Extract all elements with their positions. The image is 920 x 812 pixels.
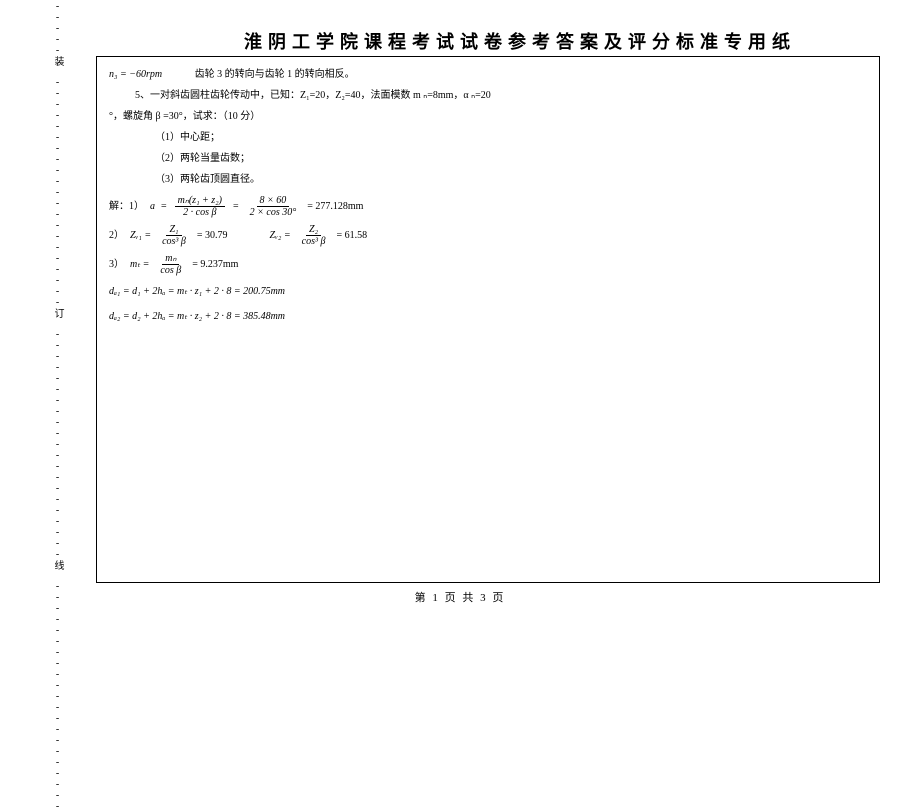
eq-a-lhs: a bbox=[150, 197, 155, 216]
solution-3-row: 3） mₜ = mₙ cos β = 9.237mm bbox=[109, 253, 867, 276]
eq-mt-lhs: mₜ = bbox=[130, 255, 149, 274]
q5-item-1: （1）中心距； bbox=[109, 128, 867, 147]
n3-line: n₃ = −60rpm 齿轮 3 的转向与齿轮 1 的转向相反。 bbox=[109, 65, 867, 84]
solution-2-row: 2） Zᵥ₁ = Z₁ cos³ β = 30.79 Zᵥ₂ = Z₂ cos³… bbox=[109, 224, 867, 247]
eq-a-frac2: 8 × 60 2 × cos 30° bbox=[247, 195, 300, 218]
eq-da2: dₐ₂ = d₂ + 2hₐ = mₜ · z₂ + 2 · 8 = 385.4… bbox=[109, 307, 285, 326]
n3-note: 齿轮 3 的转向与齿轮 1 的转向相反。 bbox=[195, 69, 355, 80]
eq-a-f1-den: 2 · cos β bbox=[180, 207, 219, 218]
eq-zv2-frac: Z₂ cos³ β bbox=[299, 224, 329, 247]
q5-item-3: （3）两轮齿顶圆直径。 bbox=[109, 170, 867, 189]
eq-zv2-num: Z₂ bbox=[306, 224, 321, 236]
eq-zv1-num: Z₁ bbox=[166, 224, 181, 236]
page-footer: 第 1 页 共 3 页 bbox=[0, 589, 920, 605]
content-frame: n₃ = −60rpm 齿轮 3 的转向与齿轮 1 的转向相反。 5、一对斜齿圆… bbox=[96, 56, 880, 583]
eq-mt-den: cos β bbox=[157, 265, 184, 276]
eq-zv2-den: cos³ β bbox=[299, 236, 329, 247]
eq-mt-result: = 9.237mm bbox=[192, 255, 238, 274]
eq-zv1-result: = 30.79 bbox=[197, 226, 228, 245]
eq-mt-num: mₙ bbox=[162, 253, 179, 265]
sol-3-label: 3） bbox=[109, 255, 124, 274]
answer-content: n₃ = −60rpm 齿轮 3 的转向与齿轮 1 的转向相反。 5、一对斜齿圆… bbox=[109, 65, 867, 326]
eq-a-frac1: mₙ(z₁ + z₂) 2 · cos β bbox=[175, 195, 225, 218]
eq-a-f1-num: mₙ(z₁ + z₂) bbox=[175, 195, 225, 207]
eq-a-f2-num: 8 × 60 bbox=[257, 195, 290, 207]
q5-line-a: 5、一对斜齿圆柱齿轮传动中，已知：Z₁=20，Z₂=40，法面模数 m ₙ=8m… bbox=[109, 86, 867, 105]
eq-a-result: = 277.128mm bbox=[307, 197, 363, 216]
eq-zv2-result: = 61.58 bbox=[336, 226, 367, 245]
eq-a-f2-den: 2 × cos 30° bbox=[247, 207, 300, 218]
eq-zv1-frac: Z₁ cos³ β bbox=[159, 224, 189, 247]
eq-zv2-lhs: Zᵥ₂ = bbox=[270, 226, 291, 245]
eq-zv1-den: cos³ β bbox=[159, 236, 189, 247]
eq-da1-row: dₐ₁ = d₁ + 2hₐ = mₜ · z₁ + 2 · 8 = 200.7… bbox=[109, 282, 867, 301]
page-title: 淮阴工学院课程考试试卷参考答案及评分标准专用纸 bbox=[170, 28, 870, 54]
q5-line-b: °，螺旋角 β =30°，试求：（10 分） bbox=[109, 107, 867, 126]
eq-da1: dₐ₁ = d₁ + 2hₐ = mₜ · z₁ + 2 · 8 = 200.7… bbox=[109, 282, 285, 301]
sol-2-label: 2） bbox=[109, 226, 124, 245]
solution-1-row: 解：1） a = mₙ(z₁ + z₂) 2 · cos β = 8 × 60 … bbox=[109, 195, 867, 218]
eq-mt-frac: mₙ cos β bbox=[157, 253, 184, 276]
eq-da2-row: dₐ₂ = d₂ + 2hₐ = mₜ · z₂ + 2 · 8 = 385.4… bbox=[109, 307, 867, 326]
q5-item-2: （2）两轮当量齿数； bbox=[109, 149, 867, 168]
binding-margin: ---------------------装 -----------------… bbox=[48, 60, 66, 577]
eq-zv1-lhs: Zᵥ₁ = bbox=[130, 226, 151, 245]
binding-text: ---------------------装 -----------------… bbox=[52, 0, 62, 812]
n3-value: n₃ = −60rpm bbox=[109, 69, 162, 80]
sol-1-label: 解：1） bbox=[109, 197, 144, 216]
